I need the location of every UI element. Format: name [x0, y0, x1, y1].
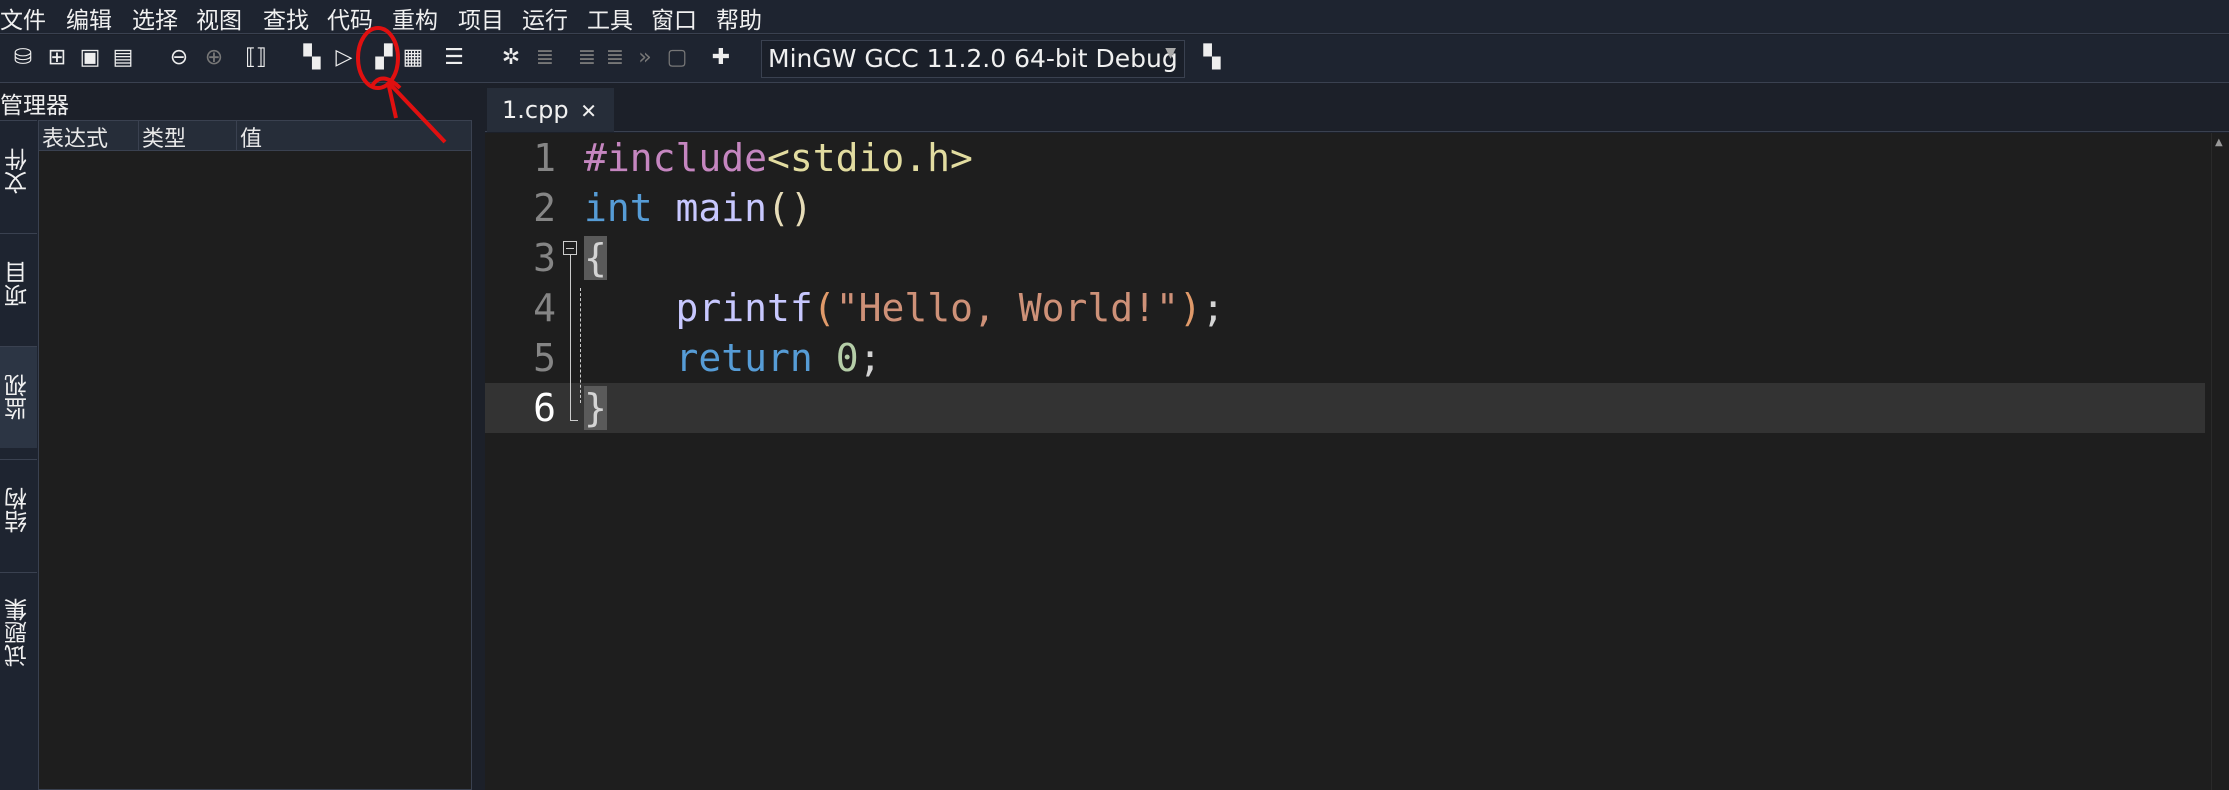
close-icon[interactable]: ✕ — [580, 99, 597, 123]
menu-window[interactable]: 窗口 — [651, 1, 697, 35]
watch-table-header: 表达式 类型 值 — [39, 121, 471, 152]
fold-toggle-icon[interactable] — [563, 241, 577, 255]
column-type[interactable]: 类型 — [139, 121, 237, 152]
code-line[interactable]: 4 printf("Hello, World!"); — [485, 283, 2205, 333]
code-token: return — [675, 336, 813, 380]
menu-run[interactable]: 运行 — [522, 1, 568, 35]
code-token: ) — [1178, 286, 1202, 330]
tab-label: 1.cpp — [502, 96, 569, 124]
fold-line — [570, 255, 571, 420]
line-number: 5 — [533, 336, 556, 380]
code-line[interactable]: 1 #include<stdio.h> — [485, 133, 2205, 183]
code-line[interactable]: 2 int main() — [485, 183, 2205, 233]
chevron-down-icon: ▼ — [1165, 45, 1176, 61]
code-token: #include — [584, 136, 768, 180]
code-token: int — [584, 186, 653, 230]
code-token: ( — [812, 286, 836, 330]
code-text: int main() — [584, 183, 813, 233]
debug-icon[interactable]: ✲ — [498, 45, 524, 71]
code-token: <stdio.h> — [767, 136, 973, 180]
side-tab-files[interactable]: 文件 — [0, 120, 37, 222]
side-tabs: 文件 项目 监视 结构 试题集 — [0, 120, 38, 790]
save-all-icon[interactable]: ▤ — [110, 45, 136, 71]
code-token: ; — [858, 336, 882, 380]
code-line[interactable]: 3{ — [485, 233, 2205, 283]
step-out-icon[interactable]: ≣ — [602, 45, 628, 71]
fold-line-end — [570, 420, 578, 421]
menu-view[interactable]: 视图 — [196, 1, 242, 35]
line-number: 3 — [533, 236, 556, 280]
compiler-select[interactable]: MinGW GCC 11.2.0 64-bit Debug ▼ — [761, 40, 1185, 78]
side-tab-problemset[interactable]: 试题集 — [0, 572, 37, 692]
code-token: () — [767, 186, 813, 230]
run-icon[interactable]: ▷ — [331, 45, 357, 71]
step-over-icon[interactable]: ≣ — [532, 45, 558, 71]
compile-run-icon[interactable]: ▞ — [371, 45, 397, 71]
editor-tabs: 1.cpp ✕ — [485, 84, 2229, 132]
menu-edit[interactable]: 编辑 — [66, 1, 112, 35]
code-line[interactable]: 5 return 0; — [485, 333, 2205, 383]
new-project-icon[interactable]: ⛁ — [10, 45, 36, 71]
column-expression[interactable]: 表达式 — [39, 121, 139, 152]
side-tab-structure[interactable]: 结构 — [0, 459, 37, 561]
code-text: } — [584, 383, 607, 433]
side-tab-project[interactable]: 项目 — [0, 233, 37, 335]
stop-icon[interactable]: ▢ — [664, 45, 690, 71]
code-token: } — [584, 386, 607, 430]
indent-guide — [580, 288, 581, 403]
toolbar: ⛁ ⊞ ▣ ▤ ⊖ ⊕ ⟦⟧ ▚ ▷ ▞ ▦ ☰ ✲ ≣ ≣ ≣ » ▢ ✚ M… — [0, 35, 2229, 83]
menu-tools[interactable]: 工具 — [587, 1, 633, 35]
column-value[interactable]: 值 — [237, 121, 471, 152]
code-token: ; — [1201, 286, 1225, 330]
format-code-icon[interactable]: ⟦⟧ — [243, 45, 269, 71]
code-text: printf("Hello, World!"); — [584, 283, 1225, 333]
panel-splitter[interactable] — [476, 84, 484, 790]
scroll-up-icon[interactable]: ▲ — [2215, 137, 2223, 148]
step-into-icon[interactable]: ≣ — [574, 45, 600, 71]
code-token: main — [675, 186, 768, 230]
code-text: return 0; — [584, 333, 882, 383]
menu-refactor[interactable]: 重构 — [392, 1, 438, 35]
code-editor[interactable]: 1 #include<stdio.h> 2 int main() 3{4 printf(… — [485, 133, 2229, 790]
menu-file[interactable]: 文件 — [0, 1, 46, 35]
options-icon[interactable]: ☰ — [441, 45, 467, 71]
code-token: printf — [675, 286, 813, 330]
panel-title: 管理器 — [0, 93, 69, 119]
add-watch-icon[interactable]: ✚ — [708, 45, 734, 71]
rebuild-icon[interactable]: ▦ — [400, 45, 426, 71]
continue-icon[interactable]: » — [632, 45, 658, 71]
code-text: { — [584, 233, 607, 283]
code-token: "Hello, World!" — [835, 286, 1179, 330]
code-token: 0 — [835, 336, 859, 380]
compiler-select-value: MinGW GCC 11.2.0 64-bit Debug — [768, 44, 1178, 73]
menu-search[interactable]: 查找 — [263, 1, 309, 35]
side-tab-watch[interactable]: 监视 — [0, 346, 37, 448]
code-text: #include<stdio.h> — [584, 133, 973, 183]
compile-icon[interactable]: ▚ — [299, 45, 325, 71]
back-icon[interactable]: ⊖ — [166, 45, 192, 71]
menu-code[interactable]: 代码 — [327, 1, 373, 35]
save-icon[interactable]: ▣ — [77, 45, 103, 71]
vertical-scrollbar[interactable]: ▲ — [2211, 133, 2229, 790]
code-line[interactable]: 6} — [485, 383, 2205, 433]
menu-project[interactable]: 项目 — [458, 1, 504, 35]
watch-table: 表达式 类型 值 — [38, 120, 472, 790]
line-number: 4 — [533, 286, 556, 330]
new-file-icon[interactable]: ⊞ — [44, 45, 70, 71]
forward-icon[interactable]: ⊕ — [201, 45, 227, 71]
menu-select[interactable]: 选择 — [132, 1, 178, 35]
line-number: 1 — [533, 136, 556, 180]
line-number: 6 — [533, 386, 556, 430]
compiler-options-icon[interactable]: ▚ — [1199, 45, 1225, 71]
menu-help[interactable]: 帮助 — [716, 1, 762, 35]
code-token: { — [584, 236, 607, 280]
line-number: 2 — [533, 186, 556, 230]
tab-1-cpp[interactable]: 1.cpp ✕ — [487, 88, 614, 132]
menu-bar: 文件 编辑 选择 视图 查找 代码 重构 项目 运行 工具 窗口 帮助 — [0, 0, 2229, 34]
